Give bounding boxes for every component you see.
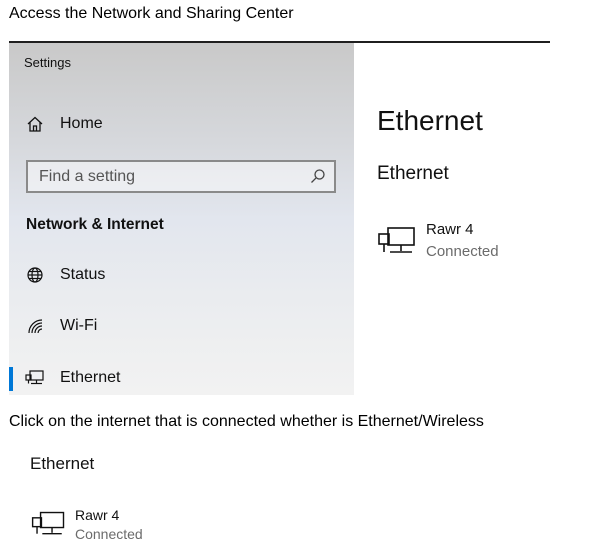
sidebar-item-status[interactable]: Status [9, 258, 354, 292]
home-icon [24, 113, 46, 135]
instruction-caption-2: Click on the internet that is connected … [9, 413, 484, 430]
page-title: Ethernet [377, 105, 483, 136]
ethernet-icon [24, 367, 46, 389]
globe-icon [24, 264, 46, 286]
wifi-icon [24, 315, 46, 337]
sidebar-item-label: Wi-Fi [60, 317, 98, 334]
settings-screenshot: Settings Home Network & Internet [9, 41, 550, 395]
network-item[interactable]: Rawr 4 Connected [30, 507, 200, 547]
network-item[interactable]: Rawr 4 Connected [377, 221, 547, 269]
active-indicator [9, 367, 13, 391]
section-heading: Ethernet [377, 163, 449, 184]
search-icon[interactable] [310, 168, 326, 184]
sidebar-item-label: Ethernet [60, 369, 121, 386]
content-pane: Ethernet Ethernet Rawr 4 Connected [354, 43, 550, 395]
window-title: Settings [24, 55, 71, 70]
sidebar-item-wifi[interactable]: Wi-Fi [9, 309, 354, 343]
sidebar-item-label: Home [60, 115, 103, 132]
sidebar-item-home[interactable]: Home [9, 107, 354, 141]
settings-sidebar: Settings Home Network & Internet [9, 43, 354, 395]
network-name: Rawr 4 [75, 507, 120, 523]
network-status: Connected [75, 526, 143, 542]
search-box[interactable] [26, 160, 336, 193]
network-status: Connected [426, 243, 499, 260]
ethernet-icon [377, 224, 417, 258]
ethernet-detail-screenshot: Ethernet Rawr 4 Connected [0, 440, 597, 553]
section-heading: Ethernet [30, 454, 95, 473]
sidebar-item-ethernet[interactable]: Ethernet [9, 361, 354, 395]
ethernet-icon [30, 509, 67, 539]
search-input[interactable] [28, 162, 309, 191]
section-title: Network & Internet [26, 216, 164, 233]
network-name: Rawr 4 [426, 221, 474, 238]
sidebar-item-label: Status [60, 266, 106, 283]
instruction-caption-1: Access the Network and Sharing Center [9, 5, 294, 22]
